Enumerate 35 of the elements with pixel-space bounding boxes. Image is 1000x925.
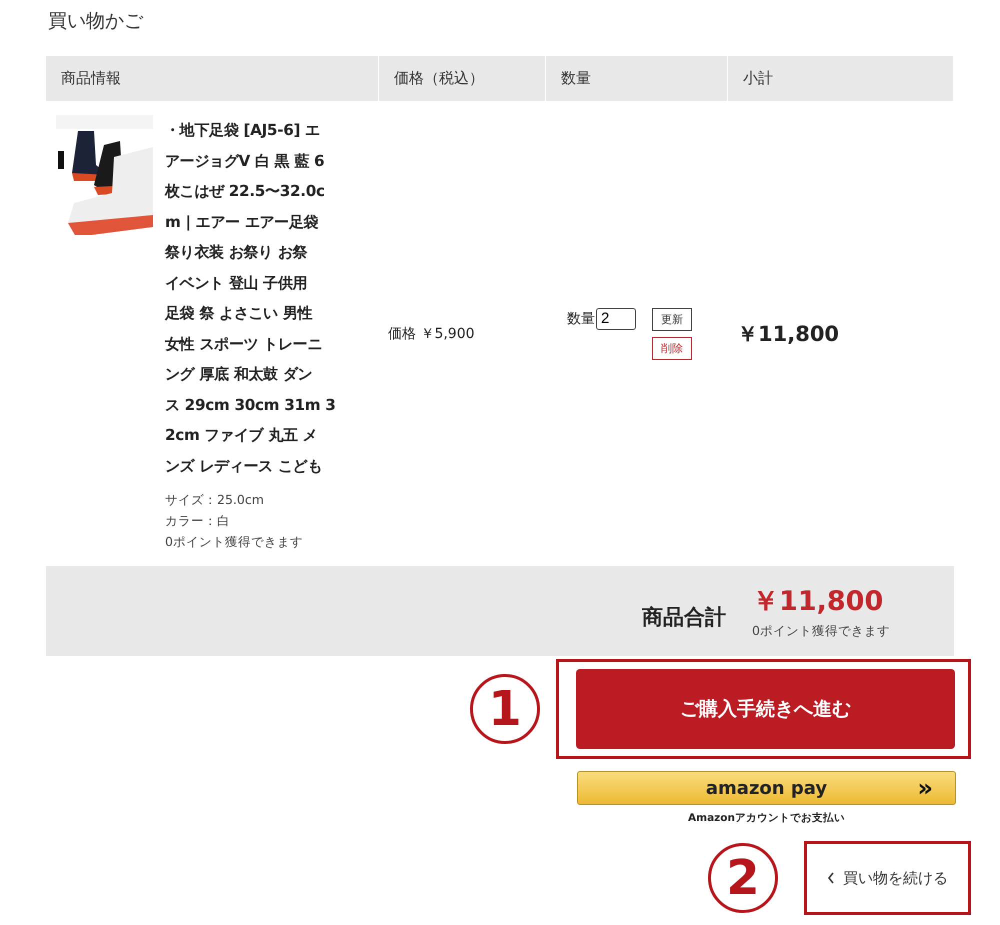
product-detail: カラー：白: [165, 512, 231, 530]
product-name-line[interactable]: 祭り衣装 お祭り お祭: [165, 237, 365, 268]
column-header: 数量: [545, 56, 727, 101]
product-name-line[interactable]: イベント 登山 子供用: [165, 268, 365, 298]
annotation-number: 1: [470, 674, 540, 744]
product-name-line[interactable]: ンズ レディース こども: [165, 450, 365, 481]
product-name-line[interactable]: ・地下足袋 [AJ5-6] エ: [165, 115, 365, 146]
product-name-line[interactable]: 枚こはぜ 22.5〜32.0c: [165, 176, 365, 206]
product-detail: サイズ：25.0cm: [165, 491, 265, 509]
product-name-line[interactable]: 女性 スポーツ トレーニ: [165, 328, 365, 359]
price: 価格 ￥5,900: [388, 324, 475, 342]
product-name-line[interactable]: ス 29cm 30cm 31m 3: [165, 390, 365, 420]
annotation-number: 2: [708, 843, 778, 913]
checkout-button[interactable]: ご購入手続きへ進む: [576, 669, 955, 749]
product-name-line[interactable]: m | エアー エアー足袋: [165, 206, 365, 237]
product-name-line[interactable]: アージョグV 白 黒 藍 6: [165, 146, 365, 176]
amazon-pay-button[interactable]: amazon pay »: [577, 771, 956, 805]
amazon-pay-caption: Amazonアカウントでお支払い: [688, 811, 845, 825]
total-label: 商品合計: [642, 604, 726, 631]
points-note: 0ポイント獲得できます: [752, 622, 890, 640]
product-detail: 0ポイント獲得できます: [165, 533, 304, 551]
quantity-label: 数量: [567, 310, 595, 328]
product-name-line[interactable]: 2cm ファイブ 丸五 メ: [165, 420, 365, 450]
product-name-line[interactable]: 足袋 祭 よさこい 男性: [165, 298, 365, 328]
column-header: 商品情報: [46, 56, 378, 101]
subtotal: ￥11,800: [737, 320, 840, 348]
total-amount: ￥11,800: [752, 584, 884, 618]
page-title: 買い物かご: [48, 9, 144, 34]
product-name-line[interactable]: ング 厚底 和太鼓 ダン: [165, 359, 365, 390]
chevron-left-icon: [827, 872, 835, 884]
delete-button[interactable]: 削除: [652, 336, 692, 360]
update-button[interactable]: 更新: [652, 308, 692, 330]
column-header: 小計: [727, 56, 953, 101]
quantity-field[interactable]: 2: [596, 308, 636, 330]
column-header: 価格（税込）: [378, 56, 545, 101]
